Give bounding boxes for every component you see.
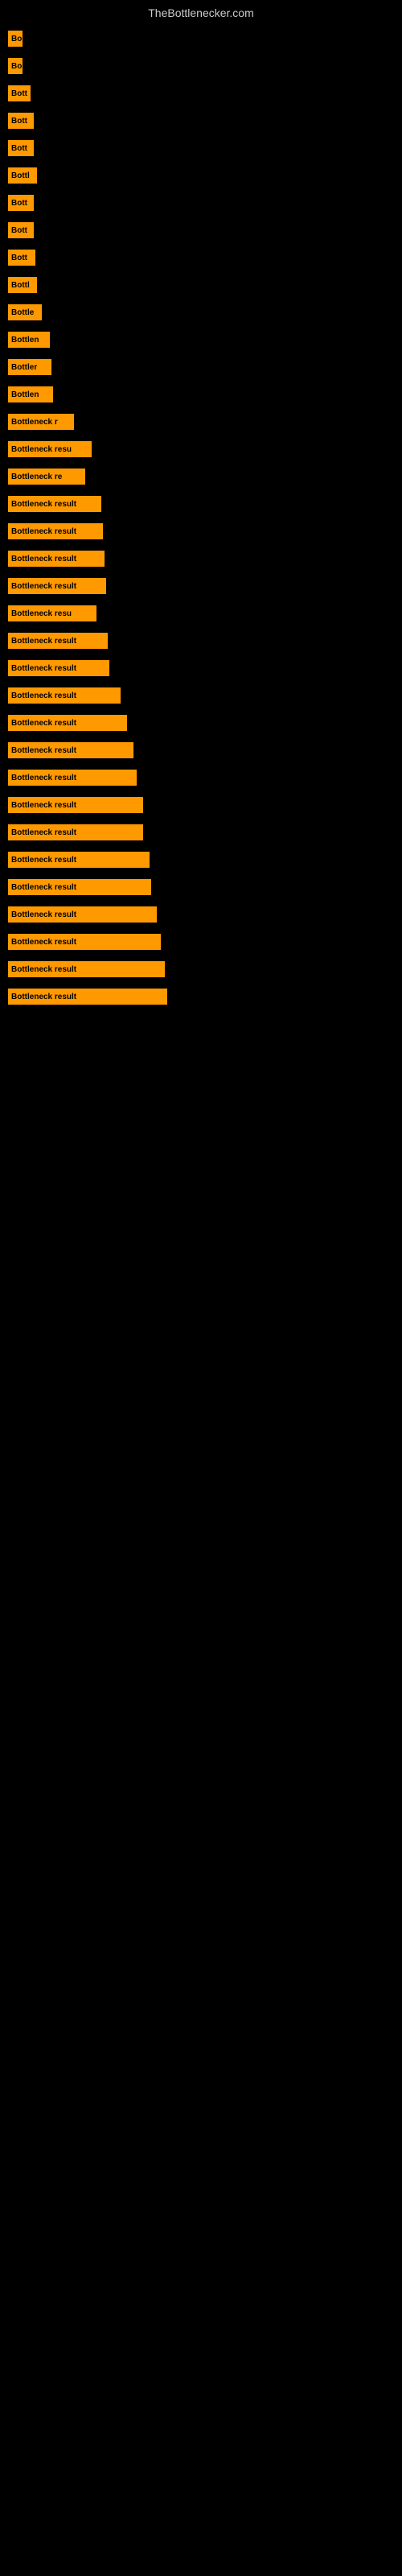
bar-row: Bottleneck result bbox=[8, 934, 402, 950]
bar: Bottleneck r bbox=[8, 414, 74, 430]
bar: Bottleneck result bbox=[8, 797, 143, 813]
site-title: TheBottlenecker.com bbox=[0, 0, 402, 23]
bar: Bottleneck result bbox=[8, 934, 161, 950]
bar-row: Bottleneck result bbox=[8, 879, 402, 895]
bar: Bottleneck result bbox=[8, 906, 157, 923]
bar: Bottl bbox=[8, 167, 37, 184]
bar: Bo bbox=[8, 58, 23, 74]
bar-row: Bottle bbox=[8, 304, 402, 320]
bar: Bottlen bbox=[8, 332, 50, 348]
bar-row: Bottleneck result bbox=[8, 852, 402, 868]
bar: Bottleneck result bbox=[8, 770, 137, 786]
bar: Bott bbox=[8, 250, 35, 266]
bar: Bott bbox=[8, 140, 34, 156]
bar-row: Bottleneck result bbox=[8, 523, 402, 539]
bar: Bottle bbox=[8, 304, 42, 320]
bar: Bottleneck result bbox=[8, 660, 109, 676]
bar: Bottleneck result bbox=[8, 633, 108, 649]
bar: Bottleneck result bbox=[8, 852, 150, 868]
bar: Bott bbox=[8, 195, 34, 211]
bar: Bottlen bbox=[8, 386, 53, 402]
bar: Bottleneck result bbox=[8, 496, 101, 512]
bar: Bottleneck result bbox=[8, 824, 143, 840]
bar-row: Bo bbox=[8, 31, 402, 47]
bar-row: Bott bbox=[8, 140, 402, 156]
bar: Bottleneck result bbox=[8, 551, 105, 567]
bar-row: Bott bbox=[8, 85, 402, 101]
bar: Bottleneck result bbox=[8, 687, 121, 704]
bar: Bottleneck result bbox=[8, 578, 106, 594]
bar: Bottleneck result bbox=[8, 879, 151, 895]
bar: Bottleneck resu bbox=[8, 441, 92, 457]
bar: Bott bbox=[8, 222, 34, 238]
bar: Bottleneck result bbox=[8, 523, 103, 539]
bar-row: Bottleneck re bbox=[8, 469, 402, 485]
bar-row: Bottleneck result bbox=[8, 715, 402, 731]
bar-row: Bott bbox=[8, 250, 402, 266]
bar-row: Bott bbox=[8, 195, 402, 211]
bar: Bottleneck result bbox=[8, 742, 133, 758]
bar: Bo bbox=[8, 31, 23, 47]
bar-row: Bott bbox=[8, 113, 402, 129]
bar: Bottler bbox=[8, 359, 51, 375]
bar-row: Bottleneck result bbox=[8, 496, 402, 512]
bar-row: Bottleneck resu bbox=[8, 605, 402, 621]
bar: Bottleneck re bbox=[8, 469, 85, 485]
bar-row: Bottleneck result bbox=[8, 961, 402, 977]
bar: Bottleneck result bbox=[8, 715, 127, 731]
bar-row: Bottler bbox=[8, 359, 402, 375]
bar-row: Bottleneck result bbox=[8, 633, 402, 649]
bar-row: Bottleneck result bbox=[8, 742, 402, 758]
bar: Bottleneck result bbox=[8, 961, 165, 977]
bar: Bott bbox=[8, 113, 34, 129]
bar-row: Bo bbox=[8, 58, 402, 74]
bar-row: Bottleneck result bbox=[8, 797, 402, 813]
bar-row: Bottleneck result bbox=[8, 906, 402, 923]
bar-row: Bottleneck result bbox=[8, 687, 402, 704]
bar-row: Bottlen bbox=[8, 386, 402, 402]
bar-row: Bottl bbox=[8, 167, 402, 184]
bar-row: Bottleneck result bbox=[8, 824, 402, 840]
bar: Bottleneck resu bbox=[8, 605, 96, 621]
bar-row: Bottleneck result bbox=[8, 770, 402, 786]
bar-row: Bott bbox=[8, 222, 402, 238]
bar-row: Bottleneck r bbox=[8, 414, 402, 430]
bar-row: Bottleneck resu bbox=[8, 441, 402, 457]
bar-row: Bottlen bbox=[8, 332, 402, 348]
bar-row: Bottleneck result bbox=[8, 989, 402, 1005]
bar-row: Bottleneck result bbox=[8, 551, 402, 567]
bar-row: Bottl bbox=[8, 277, 402, 293]
bar: Bottl bbox=[8, 277, 37, 293]
bar-row: Bottleneck result bbox=[8, 660, 402, 676]
chart-area: Bo Bo Bott Bott Bott Bottl Bott Bott Bott Bottl Bo… bbox=[0, 23, 402, 1005]
bar: Bottleneck result bbox=[8, 989, 167, 1005]
bar-row: Bottleneck result bbox=[8, 578, 402, 594]
bar: Bott bbox=[8, 85, 31, 101]
